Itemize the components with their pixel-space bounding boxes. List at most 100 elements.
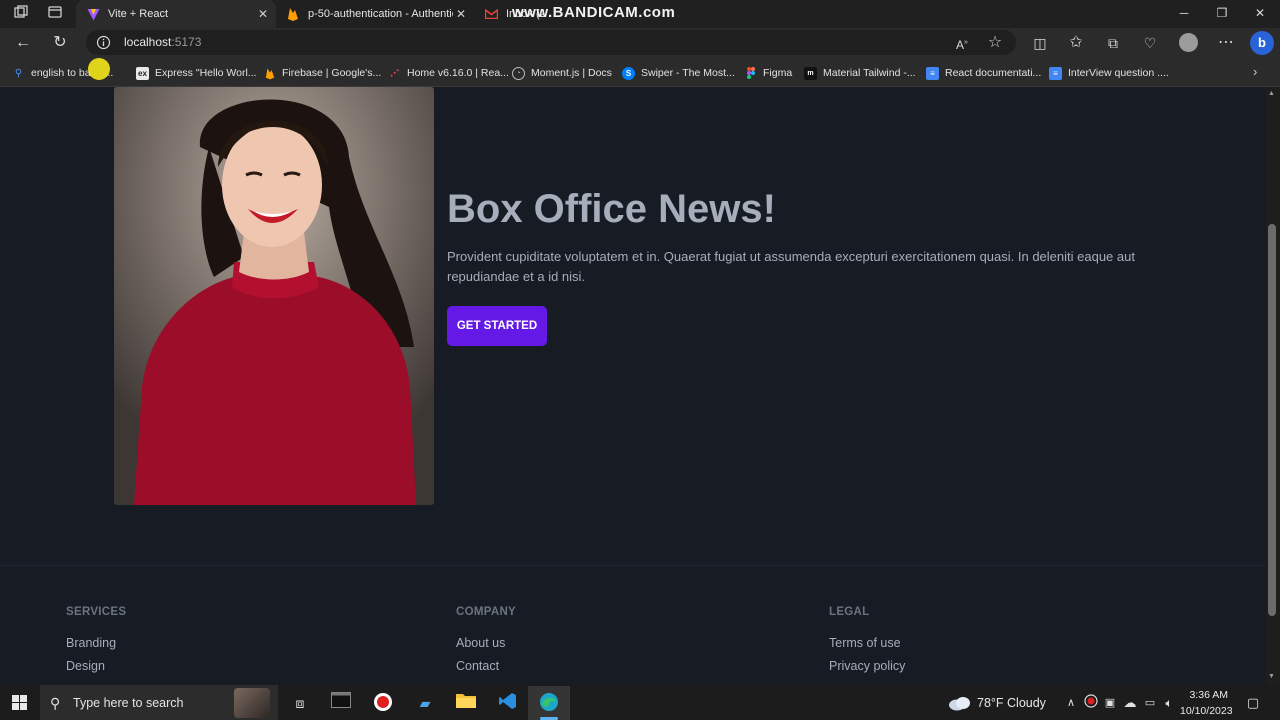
split-screen-icon[interactable]: ◫ — [1030, 33, 1050, 53]
more-bookmarks-chevron-icon[interactable]: › — [1253, 64, 1257, 79]
doc-icon: ≡ — [1049, 66, 1062, 80]
bookmark-label: Swiper - The Most... — [641, 67, 735, 79]
footer-services-title: SERVICES — [66, 606, 127, 618]
onedrive-cloud-icon[interactable]: ☁ — [1119, 692, 1141, 714]
footer-link-about[interactable]: About us — [456, 636, 505, 650]
get-started-button[interactable]: GET STARTED — [447, 306, 547, 346]
gmail-icon — [484, 7, 498, 21]
workspaces-icon[interactable] — [12, 5, 30, 23]
task-view-icon[interactable]: ⧈ — [289, 692, 311, 714]
bookmark-label: InterView question .... — [1068, 67, 1169, 79]
bookmark-swiper[interactable]: S Swiper - The Most... — [622, 65, 735, 81]
bookmark-label: Express "Hello Worl... — [155, 67, 257, 79]
copilot-icon[interactable]: b — [1250, 31, 1274, 55]
cloudy-weather-icon — [948, 695, 972, 716]
ex-icon: ex — [136, 66, 149, 80]
bookmark-label: Material Tailwind -... — [823, 67, 916, 79]
volume-icon[interactable]: 🔈︎ — [1158, 692, 1180, 714]
bookmark-label: Moment.js | Docs — [531, 67, 612, 79]
weather-text[interactable]: 78°F Cloudy — [977, 696, 1046, 710]
firebase-icon — [263, 67, 276, 80]
performance-icon[interactable]: ♡ — [1140, 33, 1160, 53]
file-explorer-icon[interactable] — [455, 692, 477, 714]
clock-date[interactable]: 10/10/2023 — [1180, 705, 1233, 717]
more-menu-icon[interactable]: ⋯ — [1216, 33, 1236, 53]
refresh-icon[interactable]: ↻ — [50, 33, 70, 53]
taskbar-search-placeholder: Type here to search — [73, 696, 184, 710]
tab-vite-react[interactable]: Vite + React ✕ — [76, 0, 276, 28]
url-text[interactable]: localhost:5173 — [124, 35, 201, 49]
moment-icon: ◔ — [512, 66, 525, 80]
footer-link-privacy[interactable]: Privacy policy — [829, 659, 905, 673]
footer-company-title: COMPANY — [456, 606, 517, 618]
close-tab-icon[interactable]: ✕ — [456, 7, 466, 21]
minimize-icon[interactable]: ─ — [1176, 5, 1192, 21]
tab-title: Vite + React — [108, 8, 169, 20]
react-router-icon: ⋰ — [390, 67, 399, 78]
camera-tray-icon[interactable]: ▣ — [1099, 692, 1121, 714]
footer-link-terms[interactable]: Terms of use — [829, 636, 901, 650]
notifications-icon[interactable]: ▢ — [1242, 692, 1264, 714]
bookmark-label: Firebase | Google's... — [282, 67, 382, 79]
tab-authentication[interactable]: p-50-authentication - Authentica ✕ — [276, 0, 474, 28]
vscode-icon[interactable] — [497, 692, 519, 714]
footer-link-design[interactable]: Design — [66, 659, 105, 673]
bandicam-watermark: www.BANDICAM.com — [512, 4, 676, 21]
bookmark-figma[interactable]: Figma — [744, 65, 792, 81]
show-hidden-icons-chevron[interactable]: ∧ — [1060, 692, 1082, 714]
read-aloud-icon[interactable]: A» — [952, 33, 972, 53]
scroll-down-icon[interactable]: ▼ — [1268, 673, 1275, 680]
footer-link-branding[interactable]: Branding — [66, 636, 116, 650]
hero-description: Provident cupiditate voluptatem et in. Q… — [447, 249, 1135, 284]
windows-start-icon[interactable] — [12, 695, 27, 715]
cursor-highlight — [88, 58, 110, 80]
favorite-star-icon[interactable]: ☆ — [985, 33, 1005, 53]
search-icon: ⚲ — [50, 695, 61, 711]
profile-avatar-icon[interactable] — [1179, 33, 1198, 52]
bookmark-express[interactable]: ex Express "Hello Worl... — [136, 65, 257, 81]
favorites-icon[interactable]: ✩ — [1066, 33, 1086, 53]
web-page: Box Office News! Provident cupiditate vo… — [0, 87, 1266, 685]
swiper-icon: S — [622, 66, 635, 80]
edge-browser-icon[interactable] — [538, 692, 560, 714]
terminal-app-icon[interactable] — [330, 692, 352, 714]
bandicam-record-icon[interactable] — [372, 692, 394, 714]
search-icon: ⚲ — [14, 67, 23, 79]
material-tailwind-icon: m — [804, 66, 817, 80]
hero-image — [114, 87, 434, 505]
bookmark-react-docs[interactable]: ≡ React documentati... — [926, 65, 1041, 81]
bookmark-label: english to ba — [31, 67, 91, 79]
search-highlight-image — [234, 688, 270, 718]
clock-time[interactable]: 3:36 AM — [1188, 689, 1228, 701]
tab-title: p-50-authentication - Authentica — [308, 8, 453, 20]
app-icon[interactable]: ▰ — [414, 692, 436, 714]
window-close-icon[interactable]: ✕ — [1252, 5, 1268, 21]
figma-icon — [744, 67, 757, 80]
bookmark-label: Home v6.16.0 | Rea... — [407, 67, 509, 79]
bookmark-moment[interactable]: ◔ Moment.js | Docs — [512, 65, 612, 81]
address-bar[interactable] — [86, 30, 1016, 55]
footer-divider — [0, 565, 1266, 566]
vite-icon — [86, 7, 100, 21]
site-info-icon[interactable] — [96, 35, 112, 51]
doc-icon: ≡ — [926, 66, 939, 80]
scroll-up-icon[interactable]: ▲ — [1268, 90, 1275, 97]
bookmark-firebase[interactable]: Firebase | Google's... — [263, 65, 381, 81]
url-port: :5173 — [171, 35, 202, 49]
firebase-icon — [286, 7, 300, 21]
collections-icon[interactable]: ⧉ — [1103, 33, 1123, 53]
maximize-icon[interactable]: ❐ — [1214, 5, 1230, 21]
bookmark-label: React documentati... — [945, 67, 1042, 79]
url-host: localhost — [124, 35, 172, 49]
close-tab-icon[interactable]: ✕ — [258, 7, 268, 21]
tab-actions-icon[interactable] — [46, 5, 64, 23]
bookmark-react-router[interactable]: ⋰ Home v6.16.0 | Rea... — [388, 65, 509, 81]
bookmark-interview[interactable]: ≡ InterView question .... — [1049, 65, 1169, 81]
footer-link-contact[interactable]: Contact — [456, 659, 499, 673]
scrollbar-thumb[interactable] — [1268, 224, 1276, 616]
footer-legal-title: LEGAL — [829, 606, 870, 618]
bookmark-material-tailwind[interactable]: m Material Tailwind -... — [804, 65, 916, 81]
bookmark-label: Figma — [763, 67, 793, 79]
back-arrow-icon[interactable]: ← — [13, 33, 33, 53]
hero-title: Box Office News! — [447, 187, 776, 231]
